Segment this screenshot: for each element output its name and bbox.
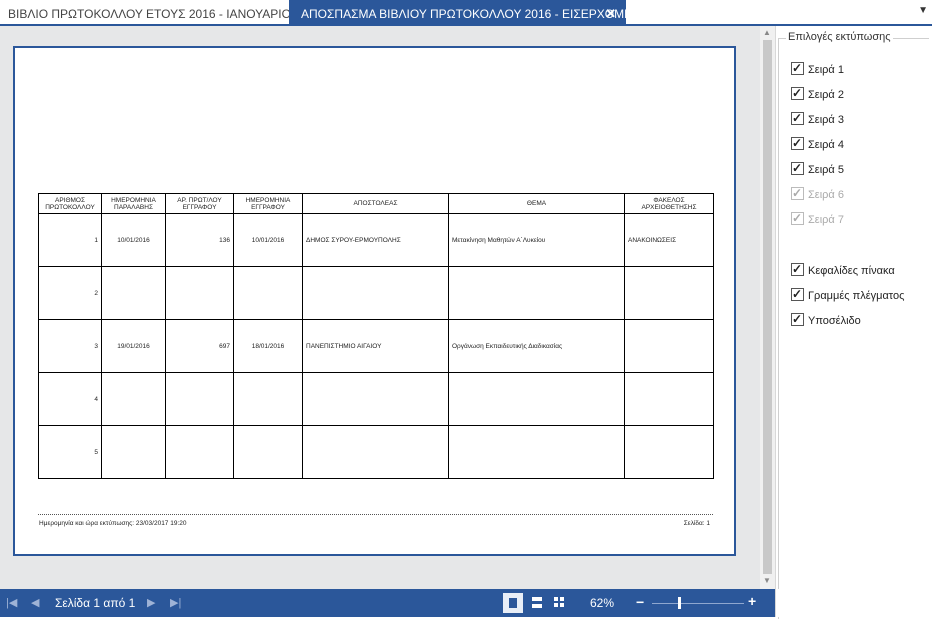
checkbox-label: Σειρά 2 (808, 89, 844, 101)
scroll-down-icon[interactable]: ▼ (763, 576, 771, 585)
checkbox-row-5[interactable]: Σειρά 5 (791, 159, 844, 179)
column-header-subject: ΘΕΜΑ (448, 193, 625, 214)
report-page: ΑΡΙΘΜΟΣ ΠΡΩΤΟΚΟΛΛΟΥ ΗΜΕΡΟΜΗΝΙΑ ΠΑΡΑΛΑΒΗΣ Α… (13, 46, 736, 556)
table-header-row: ΑΡΙΘΜΟΣ ΠΡΩΤΟΚΟΛΛΟΥ ΗΜΕΡΟΜΗΝΙΑ ΠΑΡΑΛΑΒΗΣ Α… (38, 193, 714, 214)
tab-protocol-extract-incoming[interactable]: ΑΠΟΣΠΑΣΜΑ ΒΙΒΛΙΟΥ ΠΡΩΤΟΚΟΛΛΟΥ 2016 - ΕΙΣ… (289, 0, 649, 24)
checkbox-label: Κεφαλίδες πίνακα (808, 265, 895, 277)
checkbox-label: Σειρά 6 (808, 189, 844, 201)
checkbox-row-7: Σειρά 7 (791, 209, 844, 229)
prev-page-icon[interactable]: ◀ (31, 596, 39, 609)
page-number-label: Σελίδα: 1 (683, 520, 710, 527)
table-row: 2 (38, 266, 714, 320)
options-panel-bottom (775, 589, 932, 617)
print-options-panel: Επιλογές εκτύπωσης Σειρά 1 Σειρά 2 Σειρά… (775, 26, 932, 619)
tab-list-dropdown-icon[interactable]: ▼ (918, 5, 928, 16)
scroll-up-icon[interactable]: ▲ (763, 28, 771, 37)
multi-page-view-icon[interactable] (550, 593, 570, 613)
checkbox-row-2[interactable]: Σειρά 2 (791, 84, 844, 104)
checkbox-table-headers[interactable]: Κεφαλίδες πίνακα (791, 260, 895, 280)
checkbox-footer[interactable]: Υποσέλιδο (791, 310, 861, 330)
zoom-slider-thumb[interactable] (678, 597, 681, 609)
column-header-document-date: ΗΜΕΡΟΜΗΝΙΑ ΕΓΓΡΑΦΟΥ (233, 193, 303, 214)
checkbox[interactable] (791, 310, 804, 328)
status-bar: |◀ ◀ Σελίδα 1 από 1 ▶ ▶| 62% − + (0, 589, 775, 617)
protocol-table: ΑΡΙΘΜΟΣ ΠΡΩΤΟΚΟΛΛΟΥ ΗΜΕΡΟΜΗΝΙΑ ΠΑΡΑΛΑΒΗΣ Α… (38, 193, 714, 479)
column-header-archive-folder: ΦΑΚΕΛΟΣ ΑΡΧΕΙΟΘΕΤΗΣΗΣ (624, 193, 714, 214)
next-page-icon[interactable]: ▶ (147, 596, 155, 609)
checkbox[interactable] (791, 159, 804, 177)
continuous-view-icon[interactable] (527, 593, 547, 613)
checkbox (791, 209, 804, 227)
single-page-view-icon[interactable] (503, 593, 523, 613)
zoom-out-icon[interactable]: − (636, 594, 644, 610)
checkbox-row-6: Σειρά 6 (791, 184, 844, 204)
checkbox-label: Σειρά 4 (808, 139, 844, 151)
checkbox-label: Σειρά 3 (808, 114, 844, 126)
table-row: 1 10/01/2016 136 10/01/2016 ΔΗΜΟΣ ΣΥΡΟΥ-… (38, 213, 714, 267)
options-title: Επιλογές εκτύπωσης (786, 31, 893, 43)
zoom-slider[interactable] (652, 603, 744, 604)
checkbox[interactable] (791, 84, 804, 102)
checkbox[interactable] (791, 134, 804, 152)
column-header-sender: ΑΠΟΣΤΟΛΕΑΣ (302, 193, 449, 214)
print-preview-area: ΑΡΙΘΜΟΣ ΠΡΩΤΟΚΟΛΛΟΥ ΗΜΕΡΟΜΗΝΙΑ ΠΑΡΑΛΑΒΗΣ Α… (0, 26, 760, 589)
checkbox (791, 184, 804, 202)
first-page-icon[interactable]: |◀ (6, 596, 17, 609)
checkbox-row-1[interactable]: Σειρά 1 (791, 59, 844, 79)
zoom-in-icon[interactable]: + (748, 593, 756, 609)
page-info: Σελίδα 1 από 1 (55, 596, 136, 610)
column-header-receipt-date: ΗΜΕΡΟΜΗΝΙΑ ΠΑΡΑΛΑΒΗΣ (101, 193, 166, 214)
checkbox-grid-lines[interactable]: Γραμμές πλέγματος (791, 285, 905, 305)
tab-bar: ΒΙΒΛΙΟ ΠΡΩΤΟΚΟΛΛΟΥ ΕΤΟΥΣ 2016 - ΙΑΝΟΥΑΡΙ… (0, 0, 932, 26)
checkbox-label: Σειρά 1 (808, 64, 844, 76)
tab-label: ΒΙΒΛΙΟ ΠΡΩΤΟΚΟΛΛΟΥ ΕΤΟΥΣ 2016 - ΙΑΝΟΥΑΡΙ… (8, 7, 299, 21)
checkbox[interactable] (791, 59, 804, 77)
column-header-document-number: ΑΡ. ΠΡΩΤ/ΛΟΥ ΕΓΓΡΑΦΟΥ (165, 193, 234, 214)
checkbox[interactable] (791, 260, 804, 278)
footer-divider (38, 514, 713, 515)
vertical-scrollbar[interactable]: ▲ ▼ (760, 26, 775, 589)
checkbox[interactable] (791, 285, 804, 303)
checkbox-label: Σειρά 7 (808, 214, 844, 226)
close-tab-icon[interactable]: ✕ (605, 0, 616, 28)
column-header-protocol-number: ΑΡΙΘΜΟΣ ΠΡΩΤΟΚΟΛΛΟΥ (38, 193, 102, 214)
checkbox-row-4[interactable]: Σειρά 4 (791, 134, 844, 154)
table-row: 3 19/01/2016 697 18/01/2016 ΠΑΝΕΠΙΣΤΗΜΙΟ… (38, 319, 714, 373)
checkbox-label: Σειρά 5 (808, 164, 844, 176)
scrollbar-thumb[interactable] (763, 40, 772, 574)
tab-protocol-book-january[interactable]: ΒΙΒΛΙΟ ΠΡΩΤΟΚΟΛΛΟΥ ΕΤΟΥΣ 2016 - ΙΑΝΟΥΑΡΙ… (0, 0, 298, 24)
zoom-level: 62% (590, 596, 615, 610)
last-page-icon[interactable]: ▶| (170, 596, 181, 609)
tab-label: ΑΠΟΣΠΑΣΜΑ ΒΙΒΛΙΟΥ ΠΡΩΤΟΚΟΛΛΟΥ 2016 - ΕΙΣ… (301, 7, 649, 21)
table-row: 5 (38, 425, 714, 479)
checkbox-label: Υποσέλιδο (808, 315, 861, 327)
table-row: 4 (38, 372, 714, 426)
print-timestamp: Ημερομηνία και ώρα εκτύπωσης: 23/03/2017… (39, 520, 187, 527)
checkbox-label: Γραμμές πλέγματος (808, 290, 905, 302)
checkbox-row-3[interactable]: Σειρά 3 (791, 109, 844, 129)
checkbox[interactable] (791, 109, 804, 127)
